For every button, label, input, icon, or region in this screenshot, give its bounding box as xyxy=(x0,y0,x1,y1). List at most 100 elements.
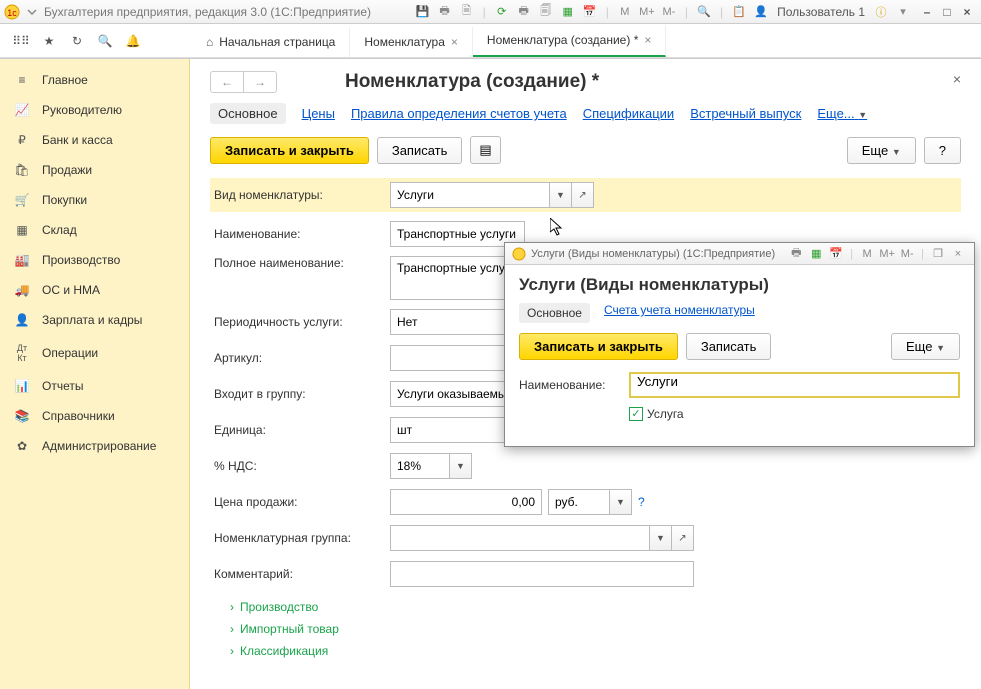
tab-close-icon[interactable]: × xyxy=(644,33,651,47)
nomgroup-input[interactable] xyxy=(397,531,643,545)
dialog-print-icon[interactable]: 🖶 xyxy=(786,245,806,263)
sidebar-item-admin[interactable]: ✿Администрирование xyxy=(0,431,189,461)
kind-field[interactable] xyxy=(390,182,550,208)
dialog-more-button[interactable]: Еще ▼ xyxy=(891,333,960,360)
tab-home[interactable]: ⌂Начальная страница xyxy=(192,27,350,57)
vat-field[interactable] xyxy=(390,453,450,479)
dialog-calendar-icon[interactable]: ▦ xyxy=(806,245,826,263)
toolbar-date-icon[interactable]: 📅 xyxy=(580,3,600,21)
sidebar-item-warehouse[interactable]: ▦Склад xyxy=(0,215,189,245)
tab-close-icon[interactable]: × xyxy=(451,35,458,49)
toolbar-print2-icon[interactable]: 🖶 xyxy=(514,3,534,21)
nomgroup-dropdown-button[interactable]: ▼ xyxy=(650,525,672,551)
price-input[interactable] xyxy=(397,495,535,509)
comment-input[interactable] xyxy=(397,567,687,581)
sidebar-item-production[interactable]: 🏭Производство xyxy=(0,245,189,275)
article-input[interactable] xyxy=(397,351,518,365)
dialog-close-button[interactable]: × xyxy=(948,245,968,263)
fullname-input[interactable] xyxy=(397,261,518,275)
save-close-button[interactable]: Записать и закрыть xyxy=(210,137,369,164)
toolbar-info-icon[interactable]: ⓘ xyxy=(871,3,891,21)
tree-production[interactable]: ›Производство xyxy=(210,596,961,618)
toolbar-info-dropdown-icon[interactable]: ▾ xyxy=(893,3,913,21)
memory-m[interactable]: M xyxy=(615,3,635,21)
more-button[interactable]: Еще ▼ xyxy=(847,137,916,164)
tree-classification[interactable]: ›Классификация xyxy=(210,640,961,662)
search-icon[interactable]: 🔍 xyxy=(96,34,114,48)
sidebar-item-hr[interactable]: 👤Зарплата и кадры xyxy=(0,305,189,335)
price-field[interactable] xyxy=(390,489,542,515)
apps-icon[interactable]: ⠿⠿ xyxy=(12,34,30,48)
dialog-subnav-accounts[interactable]: Счета учета номенклатуры xyxy=(604,303,755,323)
sidebar-item-operations[interactable]: ДтКтОперации xyxy=(0,335,189,371)
minimize-button[interactable]: – xyxy=(917,5,937,19)
sidebar-item-manager[interactable]: 📈Руководителю xyxy=(0,95,189,125)
dialog-subnav-main[interactable]: Основное xyxy=(519,303,590,323)
nav-forward-button[interactable]: → xyxy=(244,72,276,92)
subnav-vstrech[interactable]: Встречный выпуск xyxy=(690,106,801,121)
vat-input[interactable] xyxy=(397,459,443,473)
dialog-service-checkbox[interactable]: ✓ Услуга xyxy=(629,407,684,421)
dialog-name-input[interactable] xyxy=(637,374,952,389)
sidebar-item-purchases[interactable]: 🛒Покупки xyxy=(0,185,189,215)
close-button[interactable]: × xyxy=(957,5,977,19)
sidebar-item-sales[interactable]: 🛍Продажи xyxy=(0,155,189,185)
price-help-icon[interactable]: ? xyxy=(638,495,645,509)
dialog-m[interactable]: M xyxy=(857,245,877,263)
dialog-name-field[interactable] xyxy=(629,372,960,398)
toolbar-zoom-icon[interactable]: 🔍 xyxy=(694,3,714,21)
nomgroup-field[interactable] xyxy=(390,525,650,551)
bell-icon[interactable]: 🔔 xyxy=(124,34,142,48)
sidebar-item-main[interactable]: ≡Главное xyxy=(0,65,189,95)
dropdown-icon[interactable] xyxy=(24,4,40,20)
help-button[interactable]: ? xyxy=(924,137,961,164)
currency-input[interactable] xyxy=(555,495,603,509)
subnav-specs[interactable]: Спецификации xyxy=(583,106,675,121)
tree-import[interactable]: ›Импортный товар xyxy=(210,618,961,640)
kind-open-button[interactable]: ↗ xyxy=(572,182,594,208)
nav-back-button[interactable]: ← xyxy=(211,72,244,92)
toolbar-calendar-icon[interactable]: ▦ xyxy=(558,3,578,21)
dialog-save-button[interactable]: Записать xyxy=(686,333,772,360)
close-page-button[interactable]: × xyxy=(953,71,961,87)
toolbar-refresh-icon[interactable]: ⟳ xyxy=(492,3,512,21)
current-user[interactable]: Пользователь 1 xyxy=(773,5,869,19)
sidebar-item-bank[interactable]: ₽Банк и касса xyxy=(0,125,189,155)
toolbar-print-icon[interactable]: 🖶 xyxy=(435,3,455,21)
kind-input[interactable] xyxy=(397,188,543,202)
memory-mplus[interactable]: M+ xyxy=(637,3,657,21)
toolbar-copy-icon[interactable]: 🗐 xyxy=(536,3,556,21)
subnav-main[interactable]: Основное xyxy=(210,103,286,124)
name-input[interactable] xyxy=(397,227,518,241)
maximize-button[interactable]: □ xyxy=(937,5,957,19)
unit-input[interactable] xyxy=(397,423,518,437)
save-button[interactable]: Записать xyxy=(377,137,463,164)
memory-mminus[interactable]: M- xyxy=(659,3,679,21)
subnav-rules[interactable]: Правила определения счетов учета xyxy=(351,106,567,121)
subnav-more[interactable]: Еще... ▼ xyxy=(817,106,867,121)
nomgroup-open-button[interactable]: ↗ xyxy=(672,525,694,551)
sidebar-item-reports[interactable]: 📊Отчеты xyxy=(0,371,189,401)
history-icon[interactable]: ↻ xyxy=(68,34,86,48)
subnav-prices[interactable]: Цены xyxy=(302,106,335,121)
vat-dropdown-button[interactable]: ▼ xyxy=(450,453,472,479)
toolbar-clipboard-icon[interactable]: 📋 xyxy=(729,3,749,21)
star-icon[interactable]: ★ xyxy=(40,34,58,48)
sidebar-item-catalogs[interactable]: 📚Справочники xyxy=(0,401,189,431)
comment-field[interactable] xyxy=(390,561,694,587)
group-input[interactable] xyxy=(397,387,518,401)
period-input[interactable] xyxy=(397,315,518,329)
toolbar-save-icon[interactable]: 💾 xyxy=(413,3,433,21)
sidebar-item-assets[interactable]: 🚚ОС и НМА xyxy=(0,275,189,305)
tab-nomenclature-create[interactable]: Номенклатура (создание) *× xyxy=(473,25,666,57)
dialog-mminus[interactable]: M- xyxy=(897,245,917,263)
dialog-restore-button[interactable]: ❐ xyxy=(928,245,948,263)
toolbar-preview-icon[interactable]: 🗎 xyxy=(457,3,477,21)
currency-field[interactable] xyxy=(548,489,610,515)
dialog-mplus[interactable]: M+ xyxy=(877,245,897,263)
dialog-date-icon[interactable]: 📅 xyxy=(826,245,846,263)
currency-dropdown-button[interactable]: ▼ xyxy=(610,489,632,515)
kind-dropdown-button[interactable]: ▼ xyxy=(550,182,572,208)
dialog-save-close-button[interactable]: Записать и закрыть xyxy=(519,333,678,360)
tab-nomenclature[interactable]: Номенклатура× xyxy=(350,27,473,57)
